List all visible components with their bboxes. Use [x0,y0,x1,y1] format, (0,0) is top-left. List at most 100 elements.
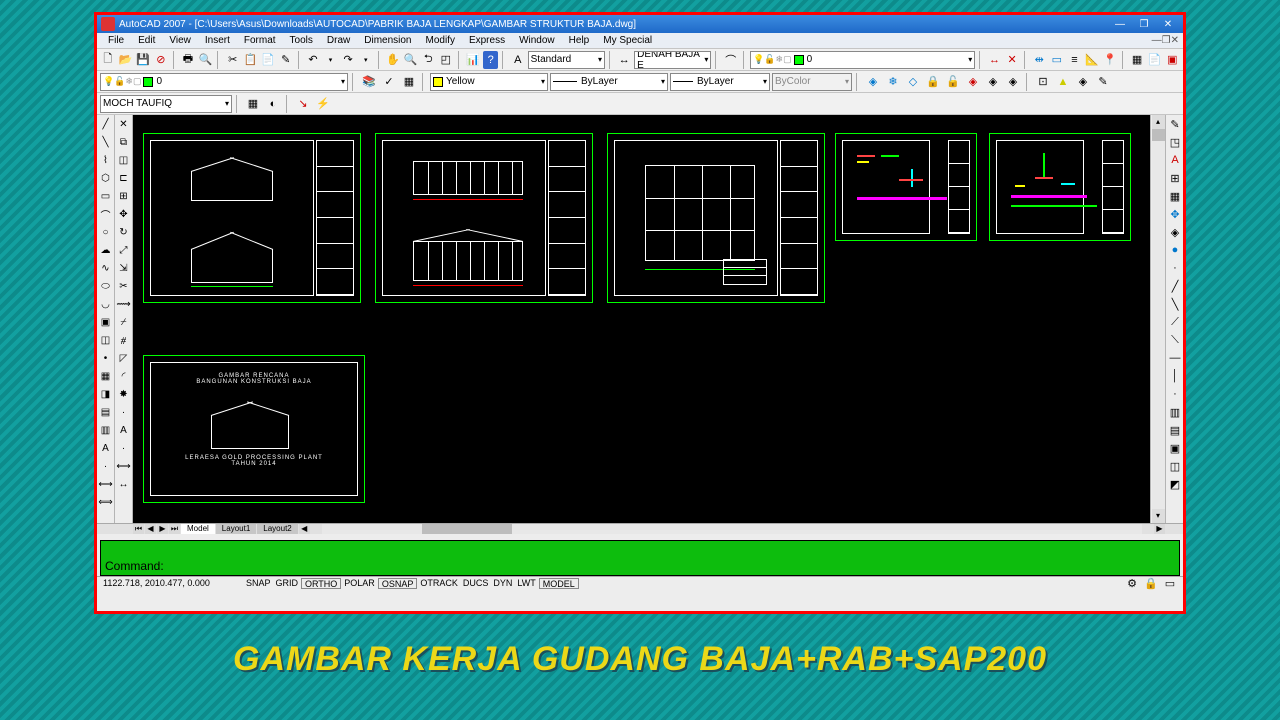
scale-icon[interactable]: ⤢ [116,242,132,258]
dimstyle-icon[interactable]: ↔ [617,51,633,69]
spline-icon[interactable]: ∿ [98,260,114,276]
offset-icon[interactable]: ⊏ [116,170,132,186]
menu-edit[interactable]: Edit [131,34,162,47]
r3-icon[interactable]: A [1166,151,1184,169]
id-icon[interactable]: 📐 [1084,51,1100,69]
st-grid[interactable]: GRID [273,578,300,588]
mdi-minimize[interactable]: — [1152,35,1162,46]
move-icon[interactable]: ✥ [116,206,132,222]
zoom-win-icon[interactable]: ◰ [438,51,454,69]
gradient-icon[interactable]: ◐ [264,95,282,113]
insert-icon[interactable]: ▣ [98,314,114,330]
st-ortho[interactable]: ORTHO [301,578,341,589]
locate-icon[interactable]: 📍 [1102,51,1118,69]
hscroll-right-icon[interactable]: ▶ [1154,524,1165,534]
tab-first-icon[interactable]: ⏮ [133,524,144,534]
st-dyn[interactable]: DYN [491,578,514,588]
close-button[interactable]: ✕ [1157,17,1179,31]
scroll-down-icon[interactable]: ▾ [1152,509,1165,523]
mtext-icon[interactable]: A [98,440,114,456]
color-combo[interactable]: Yellow▾ [430,73,548,91]
text-icon[interactable]: 📄 [1147,51,1163,69]
layfrz-icon[interactable]: ❄ [884,73,902,91]
explode-icon[interactable]: ✸ [116,386,132,402]
line-icon[interactable]: ╱ [98,116,114,132]
text2-icon[interactable]: A [116,422,132,438]
dimstyle-combo[interactable]: DENAH BAJA E▾ [634,51,711,69]
extend-icon[interactable]: ⟿ [116,296,132,312]
r1-icon[interactable]: ✎ [1166,115,1184,133]
erase-icon[interactable]: ✕ [116,116,132,132]
st-otrack[interactable]: OTRACK [418,578,460,588]
zoom-rt-icon[interactable]: 🔍 [403,51,419,69]
tab-model[interactable]: Model [181,524,215,534]
osnap4-icon[interactable]: ✎ [1094,73,1112,91]
drawing-canvas[interactable]: GAMBAR RENCANA BANGUNAN KONSTRUKSI BAJA … [133,115,1150,523]
pan-icon[interactable]: ✋ [385,51,401,69]
gradient2-icon[interactable]: ◨ [98,386,114,402]
menu-format[interactable]: Format [237,34,283,47]
qnew-icon[interactable]: ⊘ [153,51,169,69]
save-icon[interactable]: 💾 [135,51,151,69]
minimize-button[interactable]: — [1109,17,1131,31]
copy-icon[interactable]: 📋 [243,51,259,69]
st-osnap[interactable]: OSNAP [378,578,418,589]
arc2-icon[interactable]: ⌒ [98,206,114,222]
r2-icon[interactable]: ◳ [1166,133,1184,151]
point-icon[interactable]: • [98,350,114,366]
redo-icon[interactable]: ↷ [340,51,356,69]
layprev-icon[interactable]: ✓ [380,73,398,91]
r19-icon[interactable]: ▣ [1166,439,1184,457]
circle-icon[interactable]: ○ [98,224,114,240]
scroll-up-icon[interactable]: ▴ [1152,115,1165,129]
tab-last-icon[interactable]: ⏭ [169,524,180,534]
makeblock-icon[interactable]: ◫ [98,332,114,348]
undo-dropdown-icon[interactable]: ▾ [323,51,339,69]
r16-icon[interactable]: · [1166,385,1184,403]
r10-icon[interactable]: ╱ [1166,277,1184,295]
status-tray2-icon[interactable]: 🔒 [1142,574,1160,592]
cut-icon[interactable]: ✂ [225,51,241,69]
dist-icon[interactable]: ⇹ [1031,51,1047,69]
layiso-icon[interactable]: ◈ [864,73,882,91]
osnap1-icon[interactable]: ⊡ [1034,73,1052,91]
menu-draw[interactable]: Draw [320,34,357,47]
rotate-icon[interactable]: ↻ [116,224,132,240]
rect-icon[interactable]: ▭ [98,188,114,204]
lineweight-combo[interactable]: ByLayer▾ [670,73,770,91]
table-icon[interactable]: ▥ [98,422,114,438]
trim-icon[interactable]: ✂ [116,278,132,294]
r20-icon[interactable]: ◫ [1166,457,1184,475]
redo-dropdown-icon[interactable]: ▾ [358,51,374,69]
tab-next-icon[interactable]: ▶ [157,524,168,534]
dim-linear-icon[interactable]: ↔ [987,51,1003,69]
region2-icon[interactable]: ▤ [98,404,114,420]
dimy-icon[interactable]: ↔ [116,476,132,492]
fillet-icon[interactable]: ◜ [116,368,132,384]
title-bar[interactable]: AutoCAD 2007 - [C:\Users\Asus\Downloads\… [97,15,1183,33]
linetype-combo[interactable]: ByLayer▾ [550,73,668,91]
list-icon[interactable]: ≡ [1067,51,1083,69]
dim1-icon[interactable]: ⟷ [98,476,114,492]
menu-tools[interactable]: Tools [283,34,320,47]
hatch-icon[interactable]: ▦ [244,95,262,113]
menu-dimension[interactable]: Dimension [357,34,418,47]
polygon-icon[interactable]: ⬡ [98,170,114,186]
tab-layout2[interactable]: Layout2 [257,524,297,534]
r4-icon[interactable]: ⊞ [1166,169,1184,187]
r11-icon[interactable]: ╲ [1166,295,1184,313]
r14-icon[interactable]: — [1166,349,1184,367]
r7-icon[interactable]: ◈ [1166,223,1184,241]
help-icon[interactable]: ? [483,51,499,69]
copy2-icon[interactable]: ⧉ [116,134,132,150]
laymcur-icon[interactable]: ▦ [400,73,418,91]
xline-icon[interactable]: ╲ [98,134,114,150]
layerp1-icon[interactable]: ◈ [984,73,1002,91]
layerprops-icon[interactable]: 📚 [360,73,378,91]
command-line[interactable]: Command: [100,540,1180,576]
preview-icon[interactable]: 🔍 [198,51,214,69]
hatch2-icon[interactable]: ▦ [98,368,114,384]
r12-icon[interactable]: ⟋ [1166,313,1184,331]
new-icon[interactable]: 🗋 [100,51,116,69]
paste-icon[interactable]: 📄 [260,51,276,69]
